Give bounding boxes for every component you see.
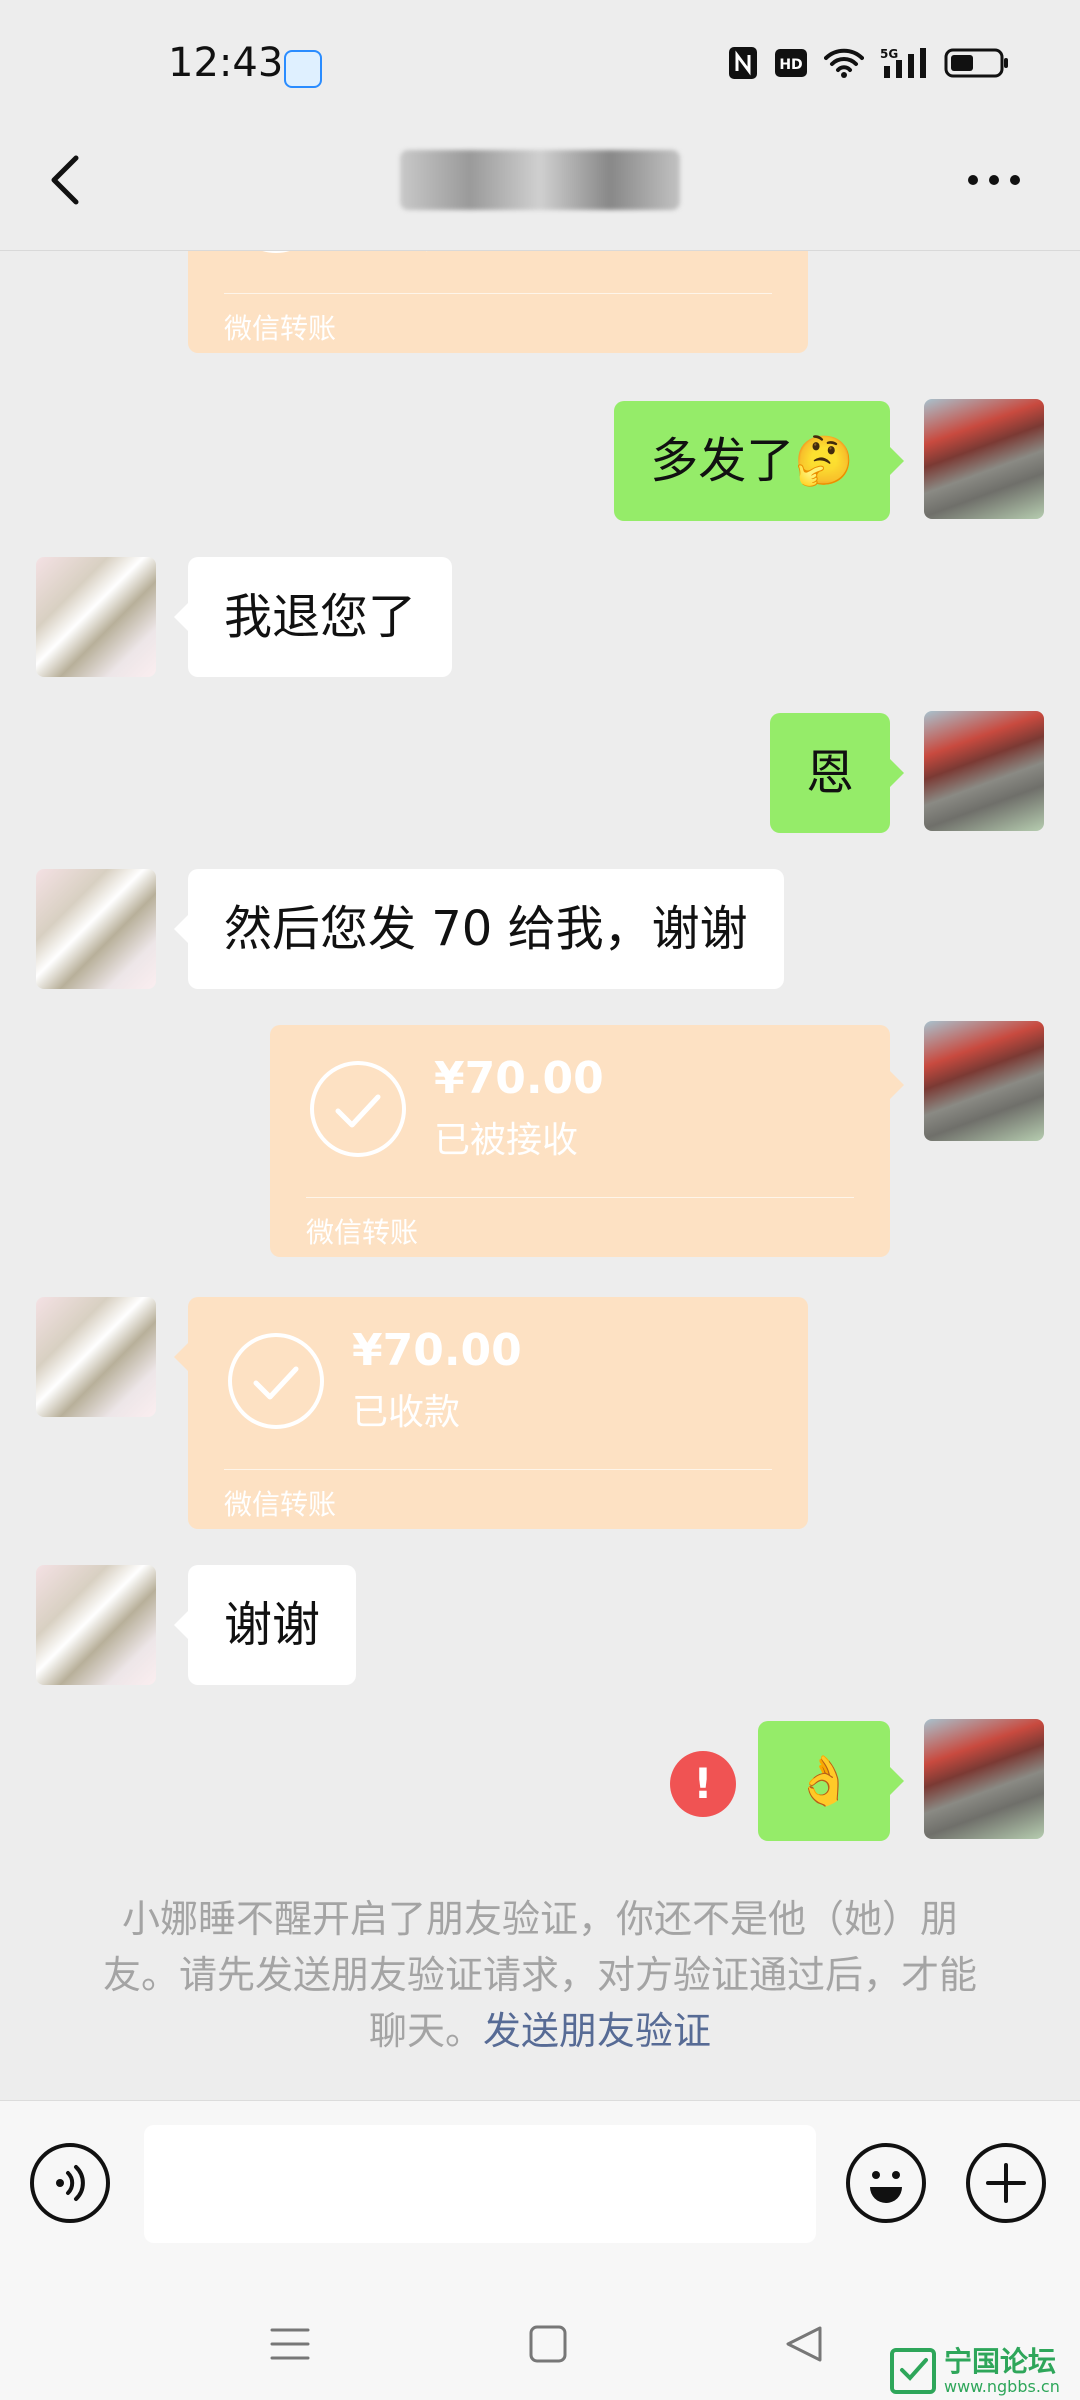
network-label: 5G <box>880 47 898 61</box>
emoji-button[interactable] <box>846 2143 926 2223</box>
transfer-footer: 微信转账 <box>224 312 337 345</box>
avatar-contact[interactable] <box>36 1297 156 1417</box>
forum-watermark: 宁国论坛 www.ngbbs.cn <box>890 2346 1060 2396</box>
home-nav-button[interactable] <box>528 2324 568 2364</box>
signal-icon: 5G <box>880 46 928 80</box>
system-icons: HD 5G <box>728 46 1010 80</box>
transfer-card-collected[interactable]: ¥70.00 已收款 微信转账 <box>174 1297 808 1529</box>
avatar-contact[interactable] <box>36 557 156 677</box>
input-bar <box>0 2100 1080 2281</box>
transfer-status: 已被接收 <box>434 1120 579 1161</box>
transfer-divider <box>224 1469 772 1470</box>
message-outgoing[interactable]: 多发了🤔 <box>614 401 904 521</box>
transfer-card-received[interactable]: ¥70.00 已被接收 微信转账 <box>270 1025 904 1257</box>
back-button[interactable] <box>44 150 88 210</box>
avatar-self[interactable] <box>924 711 1044 831</box>
status-time: 12:43 <box>168 40 284 86</box>
avatar-contact[interactable] <box>36 1565 156 1685</box>
status-bar: 12:43 HD 5G <box>0 0 1080 130</box>
avatar-self[interactable] <box>924 1021 1044 1141</box>
watermark-url: www.ngbbs.cn <box>944 2377 1060 2396</box>
send-failed-icon[interactable]: ! <box>670 1751 736 1817</box>
menu-nav-button[interactable] <box>270 2326 310 2362</box>
forum-logo-icon <box>890 2348 936 2394</box>
transfer-amount: ¥70.00 <box>352 1325 522 1376</box>
transfer-divider <box>306 1197 854 1198</box>
check-circle-icon <box>228 1333 324 1429</box>
hd-label: HD <box>779 57 802 73</box>
message-incoming[interactable]: 我退您了 <box>173 557 453 677</box>
nfc-icon <box>728 46 758 80</box>
check-circle-icon <box>310 1061 406 1157</box>
plus-icon <box>986 2163 1026 2203</box>
transfer-footer: 微信转账 <box>224 1488 337 1521</box>
voice-input-button[interactable] <box>30 2143 110 2223</box>
chat-title-blurred <box>400 150 680 210</box>
transfer-amount: ¥70.00 <box>434 1053 604 1104</box>
battery-icon <box>944 46 1010 80</box>
transfer-status: 已退还 <box>352 251 460 259</box>
message-outgoing[interactable]: 恩 <box>769 713 905 833</box>
more-icon <box>968 175 1020 185</box>
transfer-card-returned[interactable]: 已退还 微信转账 <box>188 251 808 353</box>
hd-icon: HD <box>774 46 808 80</box>
smiley-icon <box>870 2171 902 2203</box>
back-nav-button[interactable] <box>784 2324 824 2364</box>
message-outgoing-failed[interactable]: 👌 <box>758 1721 904 1841</box>
message-input[interactable] <box>144 2125 816 2243</box>
message-incoming[interactable]: 然后您发 70 给我，谢谢 <box>174 869 784 989</box>
more-functions-button[interactable] <box>966 2143 1046 2223</box>
check-circle-icon <box>228 251 324 253</box>
chat-messages[interactable]: 已退还 微信转账 多发了🤔 我退您了 恩 然后您发 70 给我，谢谢 ¥70.0… <box>0 251 1080 2099</box>
avatar-contact[interactable] <box>36 869 156 989</box>
transfer-divider <box>224 293 772 294</box>
wifi-icon <box>824 46 864 80</box>
watermark-title: 宁国论坛 <box>944 2345 1057 2378</box>
message-incoming[interactable]: 谢谢 <box>173 1565 357 1685</box>
avatar-self[interactable] <box>924 399 1044 519</box>
transfer-footer: 微信转账 <box>306 1216 419 1249</box>
transfer-status: 已收款 <box>352 1392 461 1433</box>
home-app-notification-icon <box>284 50 322 88</box>
more-options-button[interactable] <box>966 172 1022 186</box>
chevron-left-icon <box>51 155 79 205</box>
system-notice: 小娜睡不醒开启了朋友验证，你还不是他（她）朋友。请先发送朋友验证请求，对方验证通… <box>90 1891 990 2059</box>
voice-icon <box>56 2165 85 2201</box>
send-friend-verification-link[interactable]: 发送朋友验证 <box>483 2009 711 2053</box>
avatar-self[interactable] <box>924 1719 1044 1839</box>
